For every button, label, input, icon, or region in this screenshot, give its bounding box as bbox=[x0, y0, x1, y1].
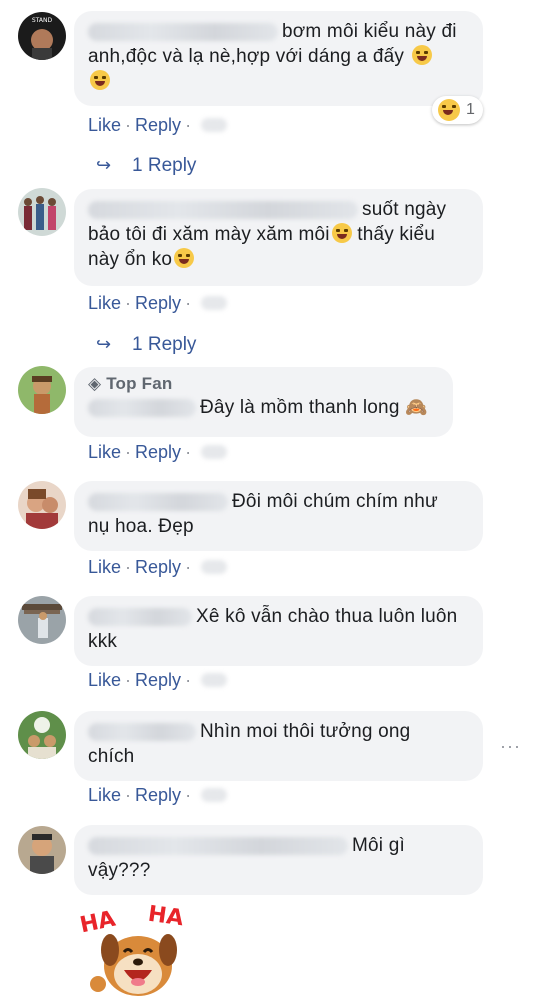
avatar[interactable] bbox=[18, 711, 66, 759]
comment-text: suốt ngày bbox=[362, 199, 447, 220]
comment-text: vậy??? bbox=[88, 860, 151, 881]
top-fan-badge: ◈ Top Fan bbox=[88, 374, 173, 393]
commenter-name[interactable] bbox=[88, 837, 348, 855]
comment-bubble: ◈ Top Fan Đây là mồm thanh long 🙈 bbox=[74, 367, 453, 437]
timestamp[interactable] bbox=[201, 118, 228, 132]
view-replies-link[interactable]: ↪ 1 Reply bbox=[96, 334, 196, 356]
commenter-name[interactable] bbox=[88, 493, 228, 511]
tears-of-joy-emoji-icon bbox=[174, 248, 195, 268]
like-link[interactable]: Like bbox=[88, 293, 121, 313]
comment-bubble: Nhìn moi thôi tưởng ong chích bbox=[74, 711, 483, 781]
avatar[interactable] bbox=[18, 826, 66, 874]
comment-text: bơm môi kiểu này đi bbox=[282, 21, 457, 42]
comment-text: này ổn ko bbox=[88, 249, 173, 270]
like-link[interactable]: Like bbox=[88, 442, 121, 462]
timestamp[interactable] bbox=[201, 673, 228, 687]
comment-actions: Like · Reply · bbox=[88, 670, 228, 691]
comment-text: anh,độc và lạ nè,hợp với dáng a đấy bbox=[88, 46, 405, 67]
timestamp[interactable] bbox=[201, 445, 228, 459]
commenter-name[interactable] bbox=[88, 608, 192, 626]
comment-text: Nhìn moi thôi tưởng ong bbox=[200, 721, 411, 742]
tears-of-joy-emoji-icon bbox=[331, 223, 352, 243]
comment-text: chích bbox=[88, 746, 135, 767]
haha-dog-sticker: HA HA bbox=[76, 902, 196, 1000]
comment-actions: Like · Reply · bbox=[88, 293, 228, 314]
like-link[interactable]: Like bbox=[88, 670, 121, 690]
comment-actions: Like · Reply · bbox=[88, 557, 228, 578]
diamond-icon: ◈ bbox=[88, 374, 102, 393]
more-options-icon[interactable]: ··· bbox=[500, 736, 521, 757]
comment-text: Đây là mồm thanh long bbox=[200, 397, 400, 418]
comment-bubble: suốt ngày bảo tôi đi xăm mày xăm môi thấ… bbox=[74, 189, 483, 286]
comment-text: Xê kô vẫn chào thua luôn luôn bbox=[196, 606, 458, 627]
comment-bubble: Xê kô vẫn chào thua luôn luôn kkk bbox=[74, 596, 483, 666]
svg-text:STAND: STAND bbox=[32, 17, 53, 24]
avatar[interactable] bbox=[18, 188, 66, 236]
like-link[interactable]: Like bbox=[88, 115, 121, 135]
reply-link[interactable]: Reply bbox=[135, 670, 181, 690]
reply-link[interactable]: Reply bbox=[135, 785, 181, 805]
avatar[interactable]: STAND bbox=[18, 12, 66, 60]
reply-arrow-icon: ↪ bbox=[96, 155, 112, 175]
comment-bubble: bơm môi kiểu này đi anh,độc và lạ nè,hợp… bbox=[74, 11, 483, 106]
reply-arrow-icon: ↪ bbox=[96, 334, 112, 354]
timestamp[interactable] bbox=[201, 560, 228, 574]
avatar[interactable] bbox=[18, 481, 66, 529]
reaction-count[interactable]: 1 bbox=[432, 96, 483, 124]
comment-text: bảo tôi đi xăm mày xăm môi bbox=[88, 224, 330, 245]
see-no-evil-monkey-icon: 🙈 bbox=[405, 397, 428, 417]
sticker-text: HA bbox=[146, 901, 186, 932]
like-link[interactable]: Like bbox=[88, 557, 121, 577]
avatar[interactable] bbox=[18, 366, 66, 414]
timestamp[interactable] bbox=[201, 296, 228, 310]
rofl-emoji-icon bbox=[90, 70, 110, 90]
avatar[interactable] bbox=[18, 596, 66, 644]
reply-link[interactable]: Reply bbox=[135, 293, 181, 313]
comment-bubble: Môi gì vậy??? bbox=[74, 825, 483, 895]
comment-text: kkk bbox=[88, 631, 118, 652]
commenter-name[interactable] bbox=[88, 23, 278, 41]
comment-actions: Like · Reply · bbox=[88, 442, 228, 463]
reply-link[interactable]: Reply bbox=[135, 557, 181, 577]
timestamp[interactable] bbox=[201, 788, 228, 802]
reply-link[interactable]: Reply bbox=[135, 115, 181, 135]
comment-text: Môi gì bbox=[352, 835, 405, 856]
comment-text: Đôi môi chúm chím như bbox=[232, 491, 438, 512]
reply-link[interactable]: Reply bbox=[135, 442, 181, 462]
haha-reaction-icon bbox=[438, 99, 460, 121]
comment-bubble: Đôi môi chúm chím như nụ hoa. Đẹp bbox=[74, 481, 483, 551]
comment-text: nụ hoa. Đẹp bbox=[88, 516, 194, 537]
commenter-name[interactable] bbox=[88, 399, 196, 417]
view-replies-link[interactable]: ↪ 1 Reply bbox=[96, 155, 196, 177]
comment-actions: Like · Reply · bbox=[88, 785, 228, 806]
comment-actions: Like · Reply · bbox=[88, 115, 228, 136]
like-link[interactable]: Like bbox=[88, 785, 121, 805]
rofl-emoji-icon bbox=[411, 45, 432, 65]
commenter-name[interactable] bbox=[88, 201, 358, 219]
commenter-name[interactable] bbox=[88, 723, 196, 741]
